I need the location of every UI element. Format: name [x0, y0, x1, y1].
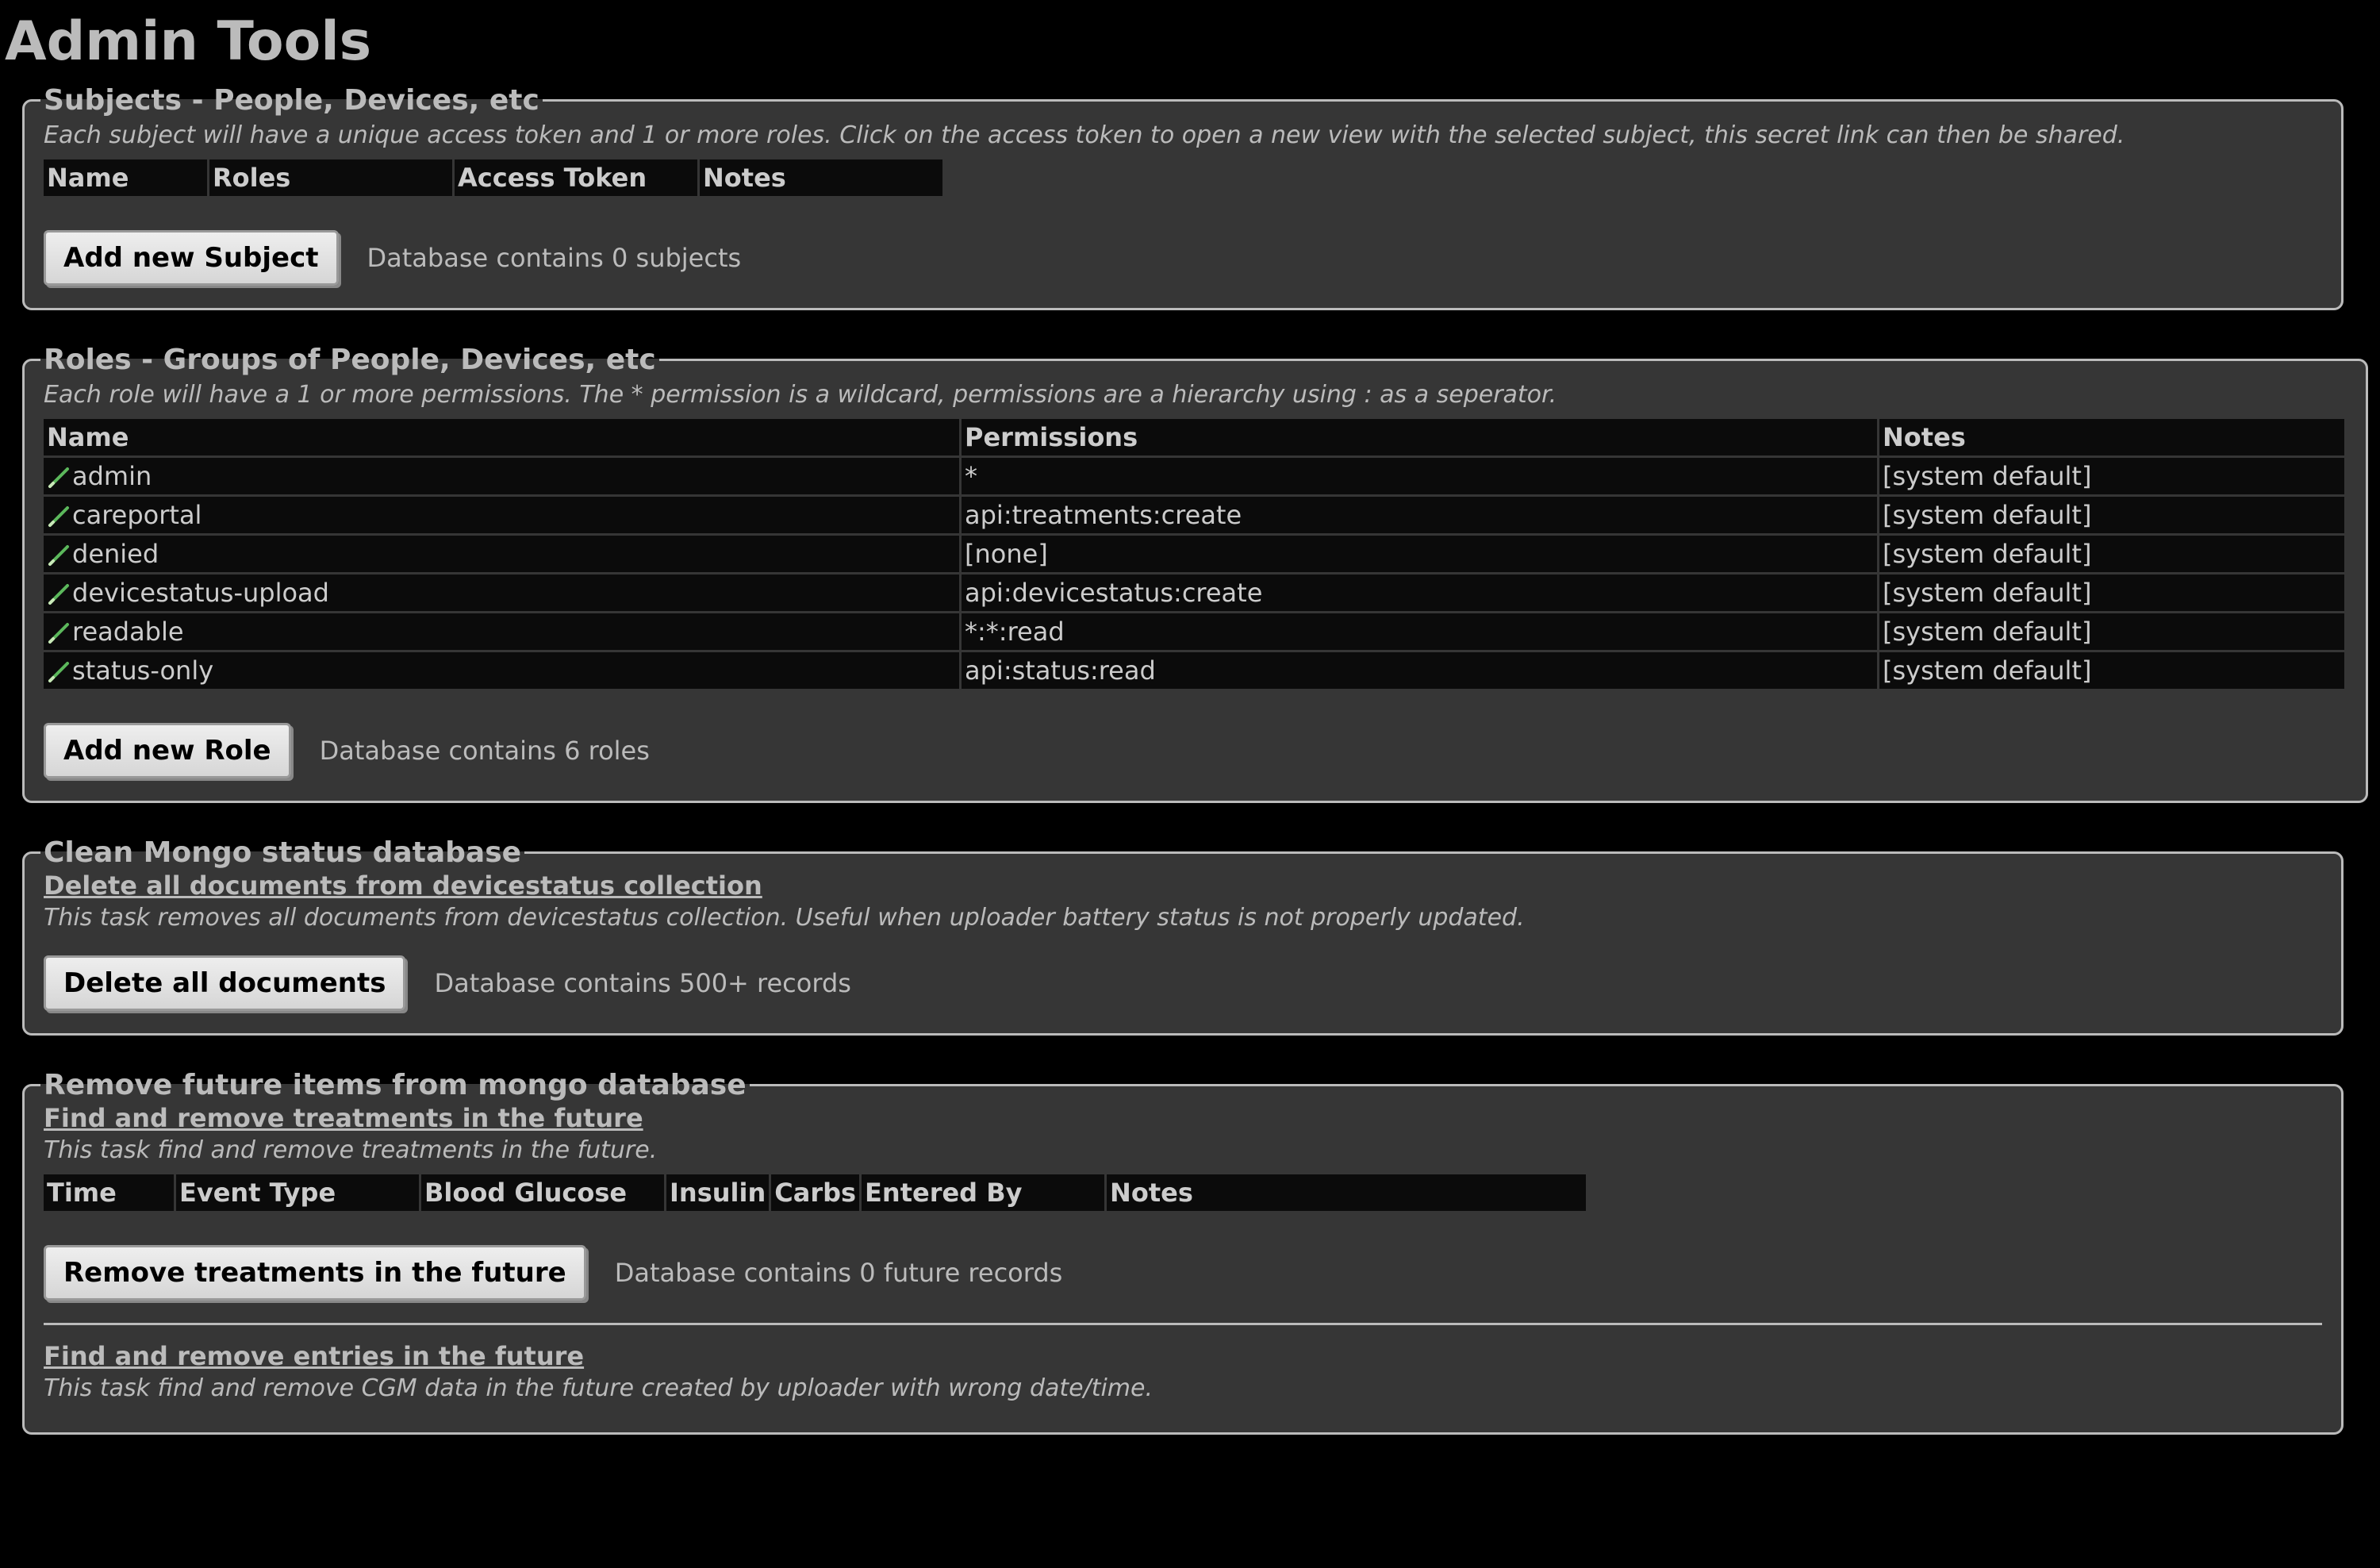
role-name: denied — [72, 539, 159, 569]
role-row: readable *:*:read [system default] — [44, 613, 2344, 650]
devicestatus-count: Database contains 500+ records — [434, 968, 851, 998]
pencil-icon[interactable] — [47, 544, 71, 567]
section-divider — [44, 1323, 2322, 1325]
role-name: admin — [72, 461, 152, 491]
role-notes-cell: [system default] — [1879, 497, 2344, 533]
future-treatments-count: Database contains 0 future records — [614, 1258, 1063, 1288]
remove-future-treatments-button[interactable]: Remove treatments in the future — [44, 1245, 586, 1301]
column-header-name: Name — [44, 419, 959, 455]
pencil-icon[interactable] — [47, 582, 71, 606]
column-header-name: Name — [44, 159, 207, 196]
role-notes-cell: [system default] — [1879, 652, 2344, 689]
column-header-notes: Notes — [700, 159, 942, 196]
role-row: careportal api:treatments:create [system d… — [44, 497, 2344, 533]
clean-mongo-description: This task removes all documents from dev… — [44, 904, 1525, 932]
column-header-access-token: Access Token — [455, 159, 697, 196]
clean-mongo-section: Clean Mongo status database Delete all d… — [22, 836, 2344, 1036]
delete-devicestatus-link[interactable]: Delete all documents from devicestatus c… — [44, 870, 762, 901]
role-name: careportal — [72, 500, 202, 530]
page-title: Admin Tools — [5, 10, 372, 73]
roles-header-row: Name Permissions Notes — [44, 419, 2344, 455]
add-role-button[interactable]: Add new Role — [44, 723, 291, 778]
subjects-header-row: Name Roles Access Token Notes — [44, 159, 942, 196]
role-row: devicestatus-upload api:devicestatus:crea… — [44, 575, 2344, 611]
future-treatments-header-row: Time Event Type Blood Glucose Insulin Ca… — [44, 1174, 1587, 1211]
column-header-insulin: Insulin — [666, 1174, 770, 1211]
role-name: status-only — [72, 655, 214, 686]
role-name: readable — [72, 617, 184, 647]
role-notes-cell: [system default] — [1879, 536, 2344, 572]
role-name-cell: admin — [44, 458, 959, 494]
future-items-legend: Remove future items from mongo database — [44, 1069, 747, 1101]
role-permissions-cell: api:status:read — [962, 652, 1877, 689]
role-permissions-cell: * — [962, 458, 1877, 494]
roles-table-body: admin * [system default] careportal api:trea… — [44, 458, 2344, 689]
column-header-event-type: Event Type — [176, 1174, 419, 1211]
role-notes-cell: [system default] — [1879, 613, 2344, 650]
delete-all-documents-button[interactable]: Delete all documents — [44, 955, 406, 1011]
role-name-cell: denied — [44, 536, 959, 572]
role-name-cell: careportal — [44, 497, 959, 533]
role-permissions-cell: [none] — [962, 536, 1877, 572]
column-header-notes: Notes — [1107, 1174, 1587, 1211]
column-header-blood-glucose: Blood Glucose — [421, 1174, 664, 1211]
role-permissions-cell: api:treatments:create — [962, 497, 1877, 533]
column-header-notes: Notes — [1879, 419, 2344, 455]
pencil-icon[interactable] — [47, 621, 71, 645]
role-name-cell: devicestatus-upload — [44, 575, 959, 611]
future-treatments-table: Time Event Type Blood Glucose Insulin Ca… — [41, 1172, 1588, 1213]
subjects-legend: Subjects - People, Devices, etc — [44, 84, 539, 117]
subjects-section: Subjects - People, Devices, etc Each sub… — [22, 84, 2344, 310]
role-name-cell: readable — [44, 613, 959, 650]
role-notes-cell: [system default] — [1879, 458, 2344, 494]
column-header-carbs: Carbs — [771, 1174, 860, 1211]
role-row: denied [none] [system default] — [44, 536, 2344, 572]
future-treatments-description: This task find and remove treatments in … — [44, 1136, 658, 1164]
subjects-count: Database contains 0 subjects — [367, 243, 742, 273]
roles-section: Roles - Groups of People, Devices, etc E… — [22, 344, 2368, 803]
pencil-icon[interactable] — [47, 466, 71, 490]
column-header-entered-by: Entered By — [862, 1174, 1105, 1211]
role-row: status-only api:status:read [system defaul… — [44, 652, 2344, 689]
roles-legend: Roles - Groups of People, Devices, etc — [44, 344, 656, 376]
role-permissions-cell: *:*:read — [962, 613, 1877, 650]
future-items-section: Remove future items from mongo database … — [22, 1069, 2344, 1435]
role-notes-cell: [system default] — [1879, 575, 2344, 611]
find-future-entries-link[interactable]: Find and remove entries in the future — [44, 1341, 584, 1371]
role-name-cell: status-only — [44, 652, 959, 689]
clean-mongo-legend: Clean Mongo status database — [44, 836, 522, 869]
roles-table: Name Permissions Notes admin * [system def… — [41, 417, 2347, 691]
column-header-roles: Roles — [209, 159, 452, 196]
role-name: devicestatus-upload — [72, 578, 329, 608]
roles-description: Each role will have a 1 or more permissi… — [44, 381, 1557, 409]
column-header-time: Time — [44, 1174, 174, 1211]
add-subject-button[interactable]: Add new Subject — [44, 230, 339, 286]
column-header-permissions: Permissions — [962, 419, 1877, 455]
pencil-icon[interactable] — [47, 505, 71, 528]
pencil-icon[interactable] — [47, 660, 71, 684]
future-entries-description: This task find and remove CGM data in th… — [44, 1374, 1154, 1402]
role-permissions-cell: api:devicestatus:create — [962, 575, 1877, 611]
subjects-table: Name Roles Access Token Notes — [41, 157, 945, 198]
find-future-treatments-link[interactable]: Find and remove treatments in the future — [44, 1103, 643, 1133]
roles-count: Database contains 6 roles — [319, 736, 650, 766]
role-row: admin * [system default] — [44, 458, 2344, 494]
subjects-description: Each subject will have a unique access t… — [44, 121, 2125, 149]
